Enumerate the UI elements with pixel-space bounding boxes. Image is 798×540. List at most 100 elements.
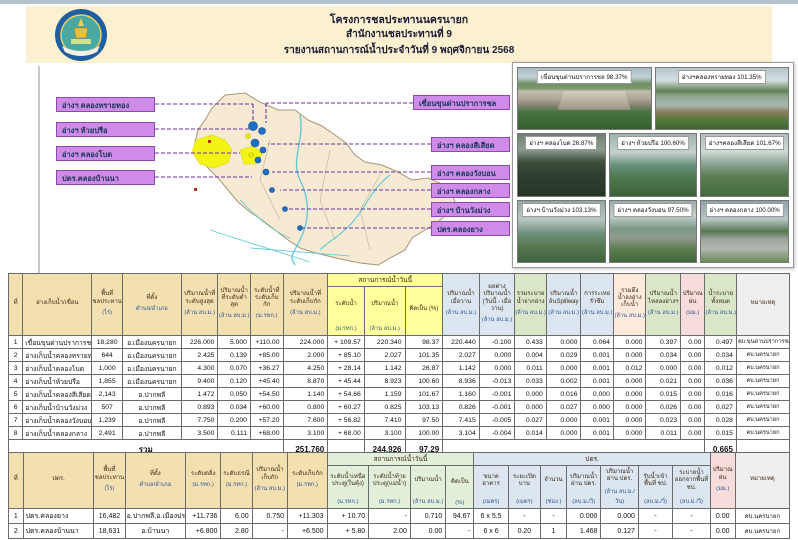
table-cell: 224.000 (283, 336, 328, 349)
table-cell: +54.50 (250, 388, 283, 401)
table-cell: 0.000 (581, 401, 614, 414)
map-label-si-siat: อ่างฯ คลองสีเสียด (431, 137, 510, 152)
table-cell: 0.000 (646, 362, 681, 375)
table-cell: 0.000 (546, 336, 581, 349)
table-cell: 1.472 (181, 388, 218, 401)
table-cell: 0.111 (218, 427, 251, 440)
table-cell: 1.142 (364, 362, 405, 375)
col-volume-diff: ผลต่างปริมาณน้ำ (วันนี้ - เมื่อวาน)(ล้าน… (479, 274, 515, 336)
photo-caption: อ่างฯ คลองกลาง 100.00% (706, 203, 784, 217)
table-cell: 0.00 (410, 524, 445, 539)
table-cell: 0.800 (283, 401, 328, 414)
table-cell: -0.004 (479, 427, 515, 440)
table-cell: + 56.82 (328, 414, 365, 427)
table-cell: 8.923 (364, 375, 405, 388)
table-cell: 103.13 (405, 401, 443, 414)
table-cell: + 60.27 (328, 401, 365, 414)
table-row: 2ปตร.คลองบ้านนา18,631อ.บ้านนา+6.8002.80-… (9, 524, 790, 539)
table-cell: 0.023 (646, 414, 681, 427)
table-cell: 0.011 (515, 362, 547, 375)
table-cell: 507 (92, 401, 123, 414)
col-irrigated-area: พื้นที่ชลประทาน(ไร่) (94, 453, 125, 509)
table-cell: 101.67 (405, 388, 443, 401)
table-cell: คบ.นครนายก (735, 524, 789, 539)
col-rainfall: ปริมาณฝน(มม.) (681, 274, 705, 336)
table-cell: 2.000 (283, 349, 328, 362)
table-cell: 7 (9, 414, 23, 427)
table-cell: 0.433 (515, 336, 547, 349)
photo-ban-wang-muang: อ่างฯ บ้านวังม่วง 103.13% (517, 200, 606, 263)
col-no: ที่ (9, 453, 24, 509)
table-cell: 2.425 (181, 349, 218, 362)
table-row: 8อ่างเก็บน้ำคลองกลาง2,491อ.ปากพลี3.5000.… (9, 427, 790, 440)
col-reservoir: อ่างเก็บน้ำ/เขื่อน (23, 274, 92, 336)
table-cell: - (673, 509, 710, 524)
table-cell: คบ.นครนายก (736, 388, 789, 401)
table-cell: 26.87 (405, 362, 443, 375)
col-max-volume: ปริมาณน้ำที่ระดับสูงสุด(ล้าน ลบ.ม.) (181, 274, 218, 336)
table-cell: + 5.80 (327, 524, 369, 539)
table-cell: 5.000 (218, 336, 251, 349)
table-cell: 100.60 (405, 375, 443, 388)
table-cell: -0.001 (479, 388, 515, 401)
col-water-level: ระดับน้ำ(ม.รทก.) (328, 287, 365, 336)
col-yesterday-volume: ปริมาณน้ำเมื่อวาน(ล้าน ลบ.ม.) (443, 274, 480, 336)
table-cell: 100.00 (405, 427, 443, 440)
table-cell: 0.000 (567, 509, 601, 524)
table-cell: 0.00 (681, 427, 705, 440)
table-cell: + 28.14 (328, 362, 365, 375)
table-cell: 0.000 (613, 375, 646, 388)
table-cell: อ.เมืองนครนายก (122, 336, 181, 349)
table-cell: + 85.10 (328, 349, 365, 362)
table-cell: 0.000 (613, 388, 646, 401)
table-cell: 3 (9, 362, 23, 375)
table-cell: 0.000 (613, 349, 646, 362)
table-cell: คบ.นครนายก (736, 414, 789, 427)
table-cell: 97.50 (405, 414, 443, 427)
table-cell: คบ.นครนายก (736, 349, 789, 362)
table-cell: 1,239 (92, 414, 123, 427)
table-cell: 0.000 (546, 427, 581, 440)
photo-caption: อ่างฯคลองสีเสียด 101.67% (705, 136, 785, 150)
photo-caption: อ่างฯ คลองโบด 26.87% (525, 136, 597, 150)
table-cell: + 109.57 (328, 336, 365, 349)
photo-row: อ่างฯ คลองโบด 26.87% อ่างฯ ห้วยปรือ 100.… (517, 133, 789, 196)
table-cell: 0.139 (218, 349, 251, 362)
table-cell: 0.015 (646, 388, 681, 401)
col-flow-mcm-day: ปริมาณน้ำผ่าน ปตร.(ล้าน ลบ.ม./วัน) (601, 466, 638, 509)
table-cell: 0.034 (646, 349, 681, 362)
table-cell: 0.000 (479, 362, 515, 375)
table-cell: 7.600 (283, 414, 328, 427)
table-cell: 0.000 (613, 414, 646, 427)
table-cell: 0.000 (546, 362, 581, 375)
table-cell: 0.002 (546, 375, 581, 388)
photo-caption: อ่างฯ ห้วยปรือ 100.60% (617, 136, 689, 150)
col-retention-level: ระดับน้ำที่ระดับเก็บกัก(ม.รทก.) (250, 274, 283, 336)
table-cell: 16,482 (94, 509, 125, 524)
table-row: 1เขื่อนขุนด่านปราการชล18,280อ.เมืองนครนา… (9, 336, 790, 349)
table-cell: +11.736 (185, 509, 220, 524)
table-cell: 0.00 (681, 349, 705, 362)
table-cell: 0.00 (681, 336, 705, 349)
table-cell: - (638, 509, 672, 524)
table-cell: 4.250 (283, 362, 328, 375)
table-cell: อ่างเก็บน้ำห้วยปรือ (23, 375, 92, 388)
photo-caption: อ่างฯ บ้านวังม่วง 103.13% (522, 203, 600, 217)
table-cell: 0.004 (515, 349, 547, 362)
col-evaporation-seepage: การระเหย รั่วซึม(ล้าน ลบ.ม.) (581, 274, 614, 336)
table-cell: 3.100 (283, 427, 328, 440)
col-percent-full: คิดเป็น (%) (405, 287, 443, 336)
table-cell: +6.500 (288, 524, 328, 539)
table-cell: 0.027 (515, 414, 547, 427)
table-cell: 0.000 (613, 336, 646, 349)
reservoir-table: ที่ อ่างเก็บน้ำ/เขื่อน พื้นที่ชลประทาน(ไ… (8, 273, 790, 460)
table-cell: 0.00 (681, 401, 705, 414)
table-cell: 8 (9, 427, 23, 440)
col-sill-level: ระดับธรณี(ม.รทก.) (221, 453, 252, 509)
col-gate-opening: ระยะเปิดบาน(เมตร) (508, 466, 540, 509)
table-cell: 0.00 (681, 388, 705, 401)
table-cell: 2 (9, 524, 24, 539)
map-label-khlong-klang: อ่างฯ คลองกลาง (431, 183, 510, 198)
table-cell: - (638, 524, 672, 539)
col-flow-cms: ปริมาณน้ำผ่าน ปตร.(ลบ.ม./วิ) (567, 466, 601, 509)
